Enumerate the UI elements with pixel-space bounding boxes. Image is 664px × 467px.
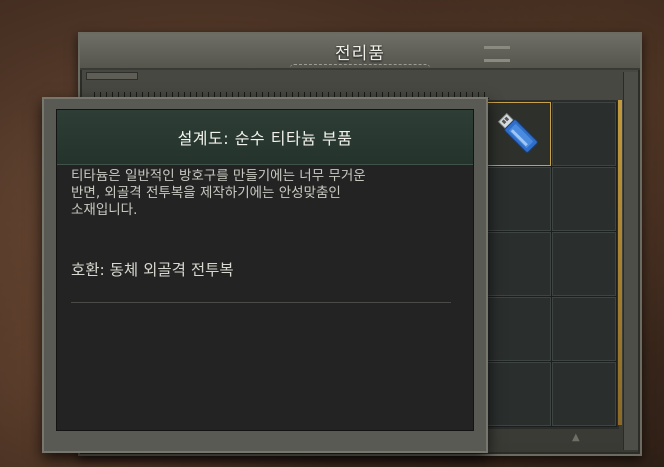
inventory-slot[interactable] xyxy=(487,362,551,426)
scrollbar[interactable] xyxy=(623,72,638,450)
tooltip-header: 설계도: 순수 티타늄 부품 xyxy=(57,110,473,165)
inventory-slot[interactable] xyxy=(487,167,551,231)
inventory-slot[interactable] xyxy=(487,297,551,361)
inventory-slot[interactable] xyxy=(552,167,616,231)
item-tooltip: 설계도: 순수 티타늄 부품 티타늄은 일반적인 방호구를 만들기에는 너무 무… xyxy=(42,97,488,453)
inventory-slot[interactable] xyxy=(552,232,616,296)
window-tab xyxy=(86,72,138,80)
item-description: 티타늄은 일반적인 방호구를 만들기에는 너무 무거운 반면, 외골격 전투복을… xyxy=(71,168,366,218)
loot-window-title: 전리품 xyxy=(335,43,385,64)
inventory-slot[interactable] xyxy=(487,232,551,296)
inventory-slot[interactable] xyxy=(487,102,551,166)
capacity-bar xyxy=(618,100,622,425)
drag-grip-icon[interactable] xyxy=(484,46,510,62)
item-compatibility: 호환: 동체 외골격 전투복 xyxy=(71,261,234,279)
inventory-slot[interactable] xyxy=(552,297,616,361)
usb-drive-icon xyxy=(497,112,538,153)
inventory-slot[interactable] xyxy=(552,362,616,426)
divider xyxy=(71,302,451,303)
tooltip-body: 설계도: 순수 티타늄 부품 티타늄은 일반적인 방호구를 만들기에는 너무 무… xyxy=(56,109,474,431)
inventory-slot[interactable] xyxy=(552,102,616,166)
inventory-grid xyxy=(485,100,619,429)
item-title: 설계도: 순수 티타늄 부품 xyxy=(177,129,353,148)
warning-triangle-icon: ▲ xyxy=(572,432,580,443)
title-notch xyxy=(290,64,430,73)
